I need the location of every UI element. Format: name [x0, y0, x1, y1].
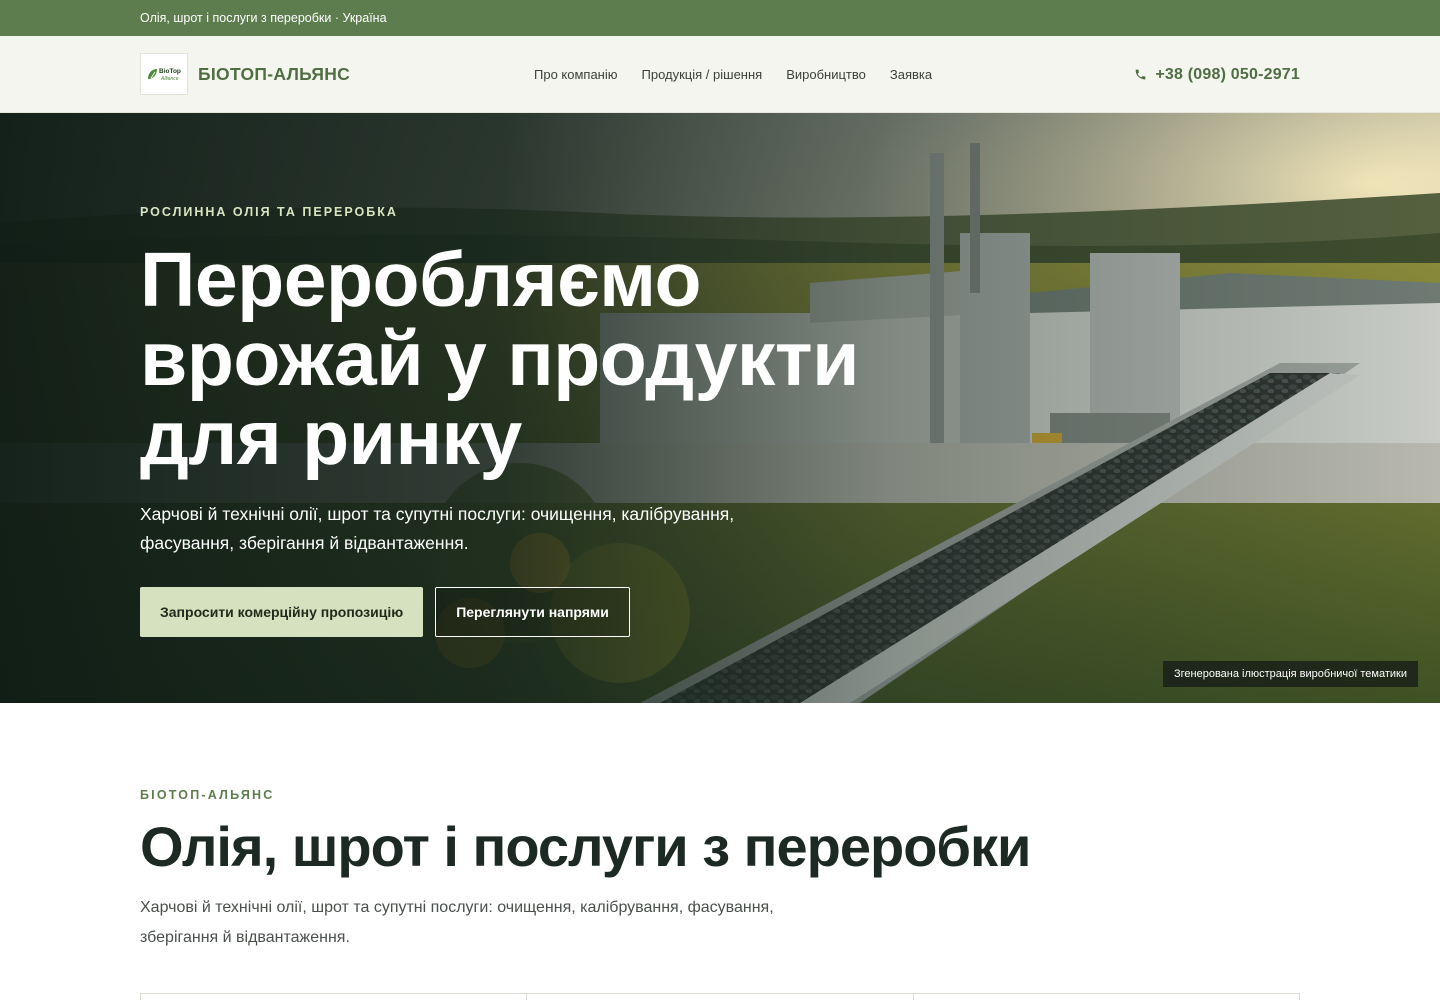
hero-content: РОСЛИННА ОЛІЯ ТА ПЕРЕРОБКА Переробляємо … [140, 205, 900, 637]
nav-link-production[interactable]: Виробництво [786, 67, 866, 82]
top-bar: Олія, шрот і послуги з переробки · Украї… [0, 0, 1440, 36]
hero-eyebrow: РОСЛИННА ОЛІЯ ТА ПЕРЕРОБКА [140, 205, 398, 219]
feature-card [141, 994, 528, 1000]
brand-name: БІОТОП-АЛЬЯНС [198, 63, 351, 84]
phone-link[interactable]: +38 (098) 050-2971 [1134, 36, 1300, 113]
nav-link-about[interactable]: Про компанію [534, 67, 618, 82]
hero-section: РОСЛИННА ОЛІЯ ТА ПЕРЕРОБКА Переробляємо … [0, 113, 1440, 703]
logo-link[interactable]: BioTop Alliance БІОТОП-АЛЬЯНС [140, 53, 350, 95]
main-nav: Про компанію Продукція / рішення Виробни… [534, 36, 932, 113]
nav-link-request[interactable]: Заявка [890, 67, 932, 82]
image-caption: Згенерована ілюстрація виробничої темати… [1162, 661, 1418, 687]
hero-actions: Запросити комерційну пропозицію Переглян… [140, 587, 900, 637]
phone-number: +38 (098) 050-2971 [1155, 65, 1300, 83]
leaf-logo-icon: BioTop Alliance [140, 53, 188, 95]
section-text: Харчові й технічні олії, шрот та супутні… [140, 899, 774, 946]
about-section: БІОТОП-АЛЬЯНС Олія, шрот і послуги з пер… [0, 703, 1440, 1000]
request-quote-button[interactable]: Запросити комерційну пропозицію [140, 587, 424, 637]
hero-title-line: Переробляємо [140, 237, 702, 323]
section-title: Олія, шрот і послуги з переробки [140, 815, 1031, 878]
site-header: BioTop Alliance БІОТОП-АЛЬЯНС Про компан… [0, 36, 1440, 113]
feature-card [913, 994, 1299, 1000]
hero-subtitle: Харчові й технічні олії, шрот та супутні… [140, 504, 735, 553]
hero-title-line: для ринку [140, 395, 522, 481]
section-eyebrow: БІОТОП-АЛЬЯНС [140, 788, 275, 802]
feature-cards [140, 993, 1300, 1000]
top-bar-text: Олія, шрот і послуги з переробки · Украї… [140, 11, 387, 25]
view-directions-button[interactable]: Переглянути напрями [435, 587, 630, 637]
hero-title: Переробляємо врожай у продукти для ринку [140, 241, 900, 478]
svg-text:Alliance: Alliance [160, 76, 179, 82]
nav-link-products[interactable]: Продукція / рішення [642, 67, 763, 82]
phone-icon [1136, 69, 1146, 80]
svg-text:BioTop: BioTop [159, 68, 181, 75]
hero-title-line: врожай у продукти [140, 316, 859, 402]
feature-card [527, 994, 914, 1000]
